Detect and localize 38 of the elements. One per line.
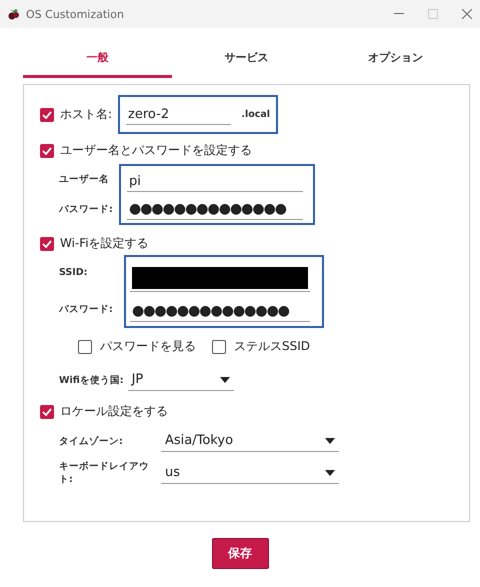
tab[interactable]: オプション bbox=[321, 40, 470, 78]
country-dropdown[interactable]: JP bbox=[128, 369, 234, 391]
password-field[interactable]: ●●●●●●●●●●●●●● bbox=[130, 300, 310, 322]
field-label: Wifiを使う国: bbox=[59, 374, 124, 386]
dropdown-caret-icon bbox=[325, 438, 335, 444]
section-label: ユーザー名とパスワードを設定する bbox=[60, 142, 252, 159]
dropdown-caret-icon bbox=[325, 470, 335, 476]
checkbox[interactable] bbox=[40, 108, 54, 122]
tab[interactable]: 一般 bbox=[23, 40, 172, 78]
field-label: パスワード: bbox=[59, 302, 114, 316]
option-label: ステルスSSID bbox=[234, 338, 310, 355]
option-label: パスワードを見る bbox=[100, 338, 196, 355]
field-label: SSID: bbox=[59, 267, 88, 278]
window-title: OS Customization bbox=[26, 8, 124, 20]
close-icon[interactable] bbox=[462, 9, 472, 19]
field-label: タイムゾーン: bbox=[59, 434, 124, 448]
password-field[interactable]: ●●●●●●●●●●●●●● bbox=[127, 198, 303, 220]
hostname-field[interactable]: zero-2 bbox=[126, 104, 232, 124]
raspberry-icon bbox=[8, 8, 20, 20]
timezone-dropdown[interactable]: Asia/Tokyo bbox=[161, 430, 339, 452]
checkbox[interactable] bbox=[40, 404, 54, 418]
checkbox[interactable] bbox=[40, 236, 54, 250]
field-label: ユーザー名 bbox=[59, 172, 110, 186]
section-label: Wi-Fiを設定する bbox=[60, 235, 149, 252]
minimize-icon[interactable] bbox=[394, 13, 404, 15]
checkbox[interactable] bbox=[40, 144, 54, 158]
keyboard-dropdown[interactable]: us bbox=[161, 462, 339, 484]
checkbox[interactable] bbox=[212, 340, 226, 354]
domain-suffix: .local bbox=[241, 109, 270, 120]
field-label: パスワード: bbox=[59, 203, 114, 216]
tab[interactable]: サービス bbox=[172, 40, 321, 78]
username-field[interactable]: pi bbox=[127, 172, 303, 192]
field-label: ホスト名: bbox=[60, 106, 112, 123]
checkbox[interactable] bbox=[78, 340, 92, 354]
save-button[interactable]: 保存 bbox=[212, 538, 268, 569]
dropdown-caret-icon bbox=[220, 376, 230, 382]
field-label: キーボードレイアウト: bbox=[59, 460, 150, 486]
section-label: ロケール設定をする bbox=[60, 403, 168, 420]
